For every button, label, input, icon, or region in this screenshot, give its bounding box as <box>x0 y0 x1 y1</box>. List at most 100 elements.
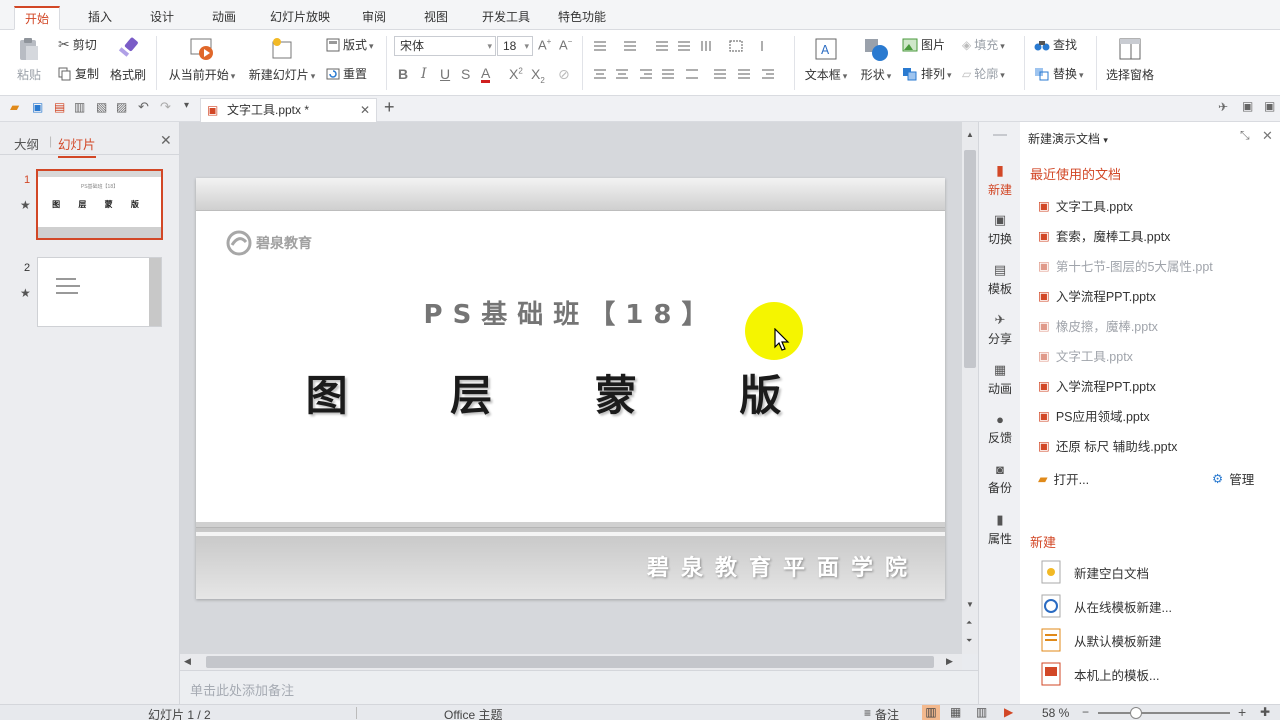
open-folder-icon[interactable]: ▰ <box>10 100 19 114</box>
notes-input[interactable]: 单击此处添加备注 <box>180 670 978 704</box>
bold-icon[interactable]: B <box>398 66 408 82</box>
paste-button[interactable]: 粘贴 <box>14 36 44 83</box>
side-switch-button[interactable]: ▣ 切换 <box>979 212 1021 247</box>
scroll-left-icon[interactable]: ◀ <box>184 656 191 667</box>
preview-icon[interactable]: ▨ <box>116 100 127 114</box>
paragraph-tools-icon[interactable] <box>590 38 790 88</box>
current-slide[interactable]: 碧泉教育 PS基础班【18】 图 层 蒙 版 碧泉教育平面学院 <box>196 178 945 599</box>
outline-button[interactable]: ▱ 轮廓 <box>962 65 1005 82</box>
underline-icon[interactable]: U <box>440 66 450 82</box>
print-preview-icon[interactable]: ▧ <box>96 100 107 114</box>
recent-doc-item[interactable]: ▣ 第十七节-图层的5大属性.ppt <box>1038 256 1213 275</box>
close-window-icon[interactable]: ▣ <box>1264 99 1275 113</box>
scroll-down-icon[interactable]: ▼ <box>966 600 974 609</box>
clear-format-icon[interactable]: ⊘ <box>558 66 570 83</box>
grow-font-button[interactable]: A+ <box>538 37 551 52</box>
next-slide-icon[interactable]: ⏷ <box>966 636 972 646</box>
from-current-button[interactable]: 从当前开始 <box>166 36 238 83</box>
scroll-right-icon[interactable]: ▶ <box>946 656 953 667</box>
replace-button[interactable]: 替换 <box>1034 65 1084 82</box>
tab-home[interactable]: 开始 <box>14 6 61 30</box>
vertical-scrollbar[interactable]: ▲ ▼ ⏶ ⏷ <box>962 122 978 654</box>
tab-review[interactable]: 审阅 <box>352 6 396 30</box>
notes-toggle-button[interactable]: ≡ 备注 <box>864 706 899 720</box>
scrollbar-thumb[interactable] <box>964 150 976 368</box>
new-default-template-button[interactable]: 从默认模板新建 <box>1040 628 1162 652</box>
slide-subtitle[interactable]: PS基础班【18】 <box>196 294 945 331</box>
open-file-button[interactable]: ▰ 打开... <box>1038 469 1089 488</box>
font-size-select[interactable]: 18 ▾ <box>497 36 533 56</box>
pin-icon[interactable]: ✈ <box>1218 100 1228 114</box>
task-pane-header[interactable]: 新建演示文档 ▾ <box>1028 130 1108 147</box>
find-button[interactable]: 查找 <box>1034 36 1077 53</box>
format-painter-button[interactable]: 格式刷 <box>108 36 148 83</box>
picture-button[interactable]: 图片 <box>902 36 945 53</box>
textbox-button[interactable]: A 文本框 <box>802 36 850 83</box>
dock-icon[interactable]: ⤡ <box>1240 128 1250 143</box>
tab-developer[interactable]: 开发工具 <box>472 6 540 30</box>
shrink-font-button[interactable]: A− <box>559 37 572 52</box>
tab-outline[interactable]: 大纲 <box>14 134 39 153</box>
theme-name[interactable]: Office 主题 <box>444 706 502 720</box>
subscript-icon[interactable]: X2 <box>531 66 545 85</box>
italic-icon[interactable]: I <box>421 66 427 82</box>
recent-doc-item[interactable]: ▣ 文字工具.pptx <box>1038 346 1133 365</box>
tab-slideshow[interactable]: 幻灯片放映 <box>260 6 340 30</box>
recent-doc-item[interactable]: ▣ 入学流程PPT.pptx <box>1038 286 1156 305</box>
side-feedback-button[interactable]: ● 反馈 <box>979 412 1021 446</box>
export-pdf-icon[interactable]: ▤ <box>54 100 65 114</box>
zoom-slider-handle[interactable] <box>1130 707 1142 719</box>
zoom-out-icon[interactable]: − <box>1082 705 1089 719</box>
side-share-button[interactable]: ✈ 分享 <box>979 312 1021 347</box>
zoom-level[interactable]: 58 % <box>1042 706 1069 720</box>
horizontal-scrollbar[interactable]: ◀ ▶ <box>180 654 962 670</box>
redo-icon[interactable]: ↷ <box>160 99 171 115</box>
print-icon[interactable]: ▥ <box>74 100 85 114</box>
slide-thumbnail-2[interactable] <box>37 257 162 327</box>
slide-thumbnail-1[interactable]: PS基础班【18】 图 层 蒙 版 <box>36 169 163 240</box>
tab-view[interactable]: 视图 <box>414 6 458 30</box>
side-animation-button[interactable]: ▦ 动画 <box>979 362 1021 397</box>
fill-button[interactable]: ◈ 填充 <box>962 36 1005 53</box>
zoom-slider[interactable] <box>1098 712 1230 714</box>
reading-view-icon[interactable]: ▥ <box>976 705 987 719</box>
quick-menu-chevron-icon[interactable]: ▾ <box>184 100 189 111</box>
new-tab-plus-icon[interactable]: + <box>384 97 395 118</box>
scroll-up-icon[interactable]: ▲ <box>966 130 974 139</box>
normal-view-icon[interactable]: ▥ <box>922 705 940 720</box>
slide-sorter-icon[interactable]: ▦ <box>950 705 961 719</box>
recent-doc-item[interactable]: ▣ 橡皮擦，魔棒.pptx <box>1038 316 1158 335</box>
manage-button[interactable]: ⚙ 管理 <box>1212 469 1254 488</box>
side-new-button[interactable]: ▮ 新建 <box>979 162 1021 198</box>
copy-button[interactable]: 复制 <box>58 65 99 82</box>
arrange-button[interactable]: 排列 <box>902 65 952 82</box>
new-slide-button[interactable]: 新建幻灯片 <box>246 36 318 83</box>
slideshow-play-icon[interactable]: ▶ <box>1004 705 1013 719</box>
local-template-button[interactable]: 本机上的模板... <box>1040 662 1159 686</box>
recent-doc-item[interactable]: ▣ 入学流程PPT.pptx <box>1038 376 1156 395</box>
undo-icon[interactable]: ↶ <box>138 99 149 115</box>
close-panel-icon[interactable]: ✕ <box>160 132 172 149</box>
selection-pane-button[interactable]: 选择窗格 <box>1104 36 1156 83</box>
side-template-button[interactable]: ▤ 模板 <box>979 262 1021 297</box>
font-color-icon[interactable]: A <box>481 66 491 83</box>
restore-window-icon[interactable]: ▣ <box>1242 99 1253 113</box>
close-pane-icon[interactable]: ✕ <box>1262 128 1273 144</box>
layout-button[interactable]: 版式 <box>326 36 374 53</box>
superscript-icon[interactable]: X2 <box>509 66 523 82</box>
recent-doc-item[interactable]: ▣ 文字工具.pptx <box>1038 196 1133 215</box>
tab-special[interactable]: 特色功能 <box>548 6 616 30</box>
recent-doc-item[interactable]: ▣ 套索，魔棒工具.pptx <box>1038 226 1170 245</box>
cut-button[interactable]: ✂ 剪切 <box>58 36 97 53</box>
hscrollbar-thumb[interactable] <box>206 656 934 668</box>
shape-button[interactable]: 形状 <box>856 36 896 83</box>
tab-animation[interactable]: 动画 <box>202 6 246 30</box>
document-tab[interactable]: ▣ 文字工具.pptx * ✕ <box>200 98 377 122</box>
side-properties-button[interactable]: ▮ 属性 <box>979 512 1021 547</box>
tab-design[interactable]: 设计 <box>140 6 184 30</box>
side-backup-button[interactable]: ◙ 备份 <box>979 462 1021 496</box>
slide-title[interactable]: 图 层 蒙 版 <box>196 362 945 423</box>
shadow-icon[interactable]: S <box>461 66 470 82</box>
reset-button[interactable]: 重置 <box>326 65 367 82</box>
recent-doc-item[interactable]: ▣ PS应用领域.pptx <box>1038 406 1150 425</box>
